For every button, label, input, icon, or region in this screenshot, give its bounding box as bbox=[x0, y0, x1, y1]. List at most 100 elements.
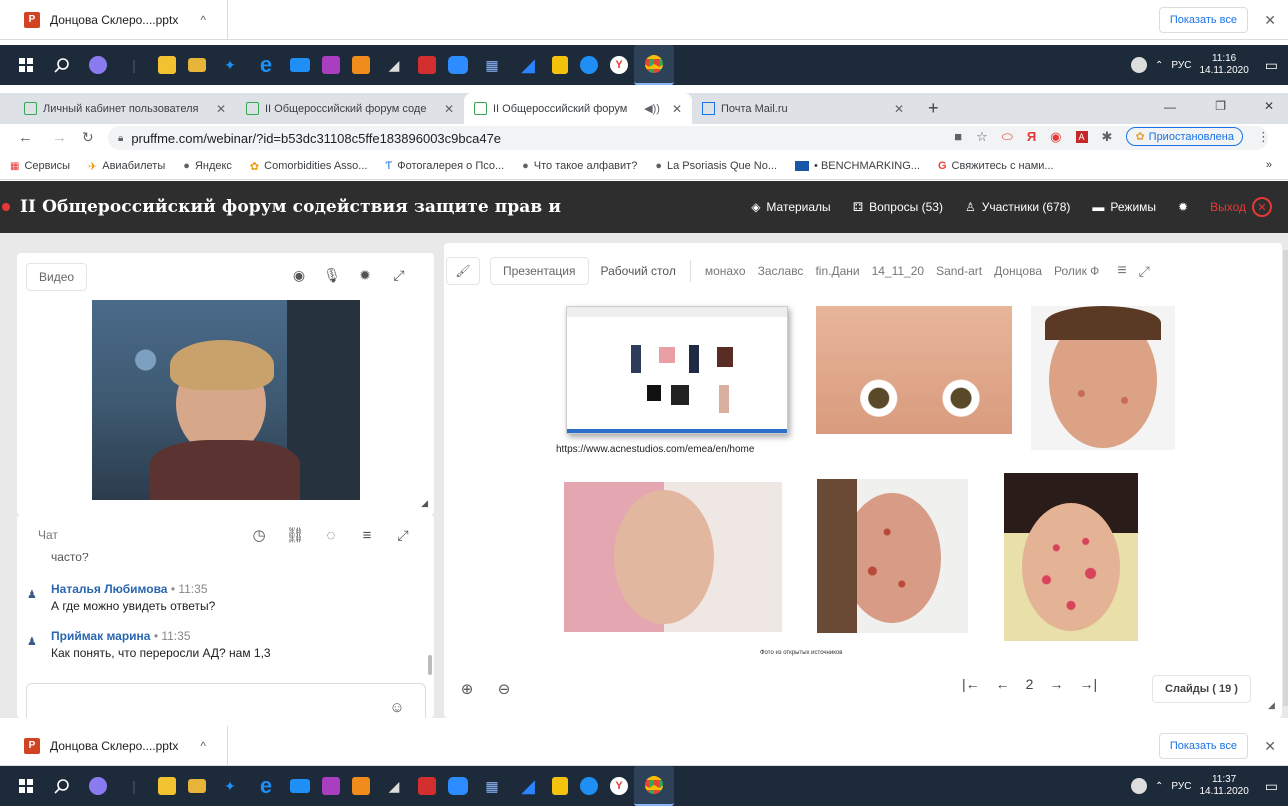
video-stream[interactable] bbox=[92, 300, 360, 500]
bookmark-la-psoriasis[interactable]: ● La Psoriasis Que No... bbox=[655, 160, 777, 172]
close-tab-icon[interactable]: ✕ bbox=[444, 102, 454, 116]
settings-button[interactable]: ✹ bbox=[1178, 200, 1188, 214]
app-icon[interactable] bbox=[322, 777, 340, 795]
back-icon[interactable]: ← bbox=[18, 129, 33, 146]
gear-icon[interactable]: ✹ bbox=[355, 265, 375, 285]
tab-file-sand-art[interactable]: Sand-art bbox=[930, 264, 988, 278]
notifications-icon[interactable]: ▭ bbox=[1265, 57, 1278, 74]
bookmark-contact[interactable]: G Свяжитесь с нами... bbox=[938, 160, 1054, 172]
bookmark-alphabet[interactable]: ● Что такое алфавит? bbox=[522, 160, 637, 172]
bookmark-services[interactable]: ▦ Сервисы bbox=[10, 160, 70, 172]
mail-icon[interactable] bbox=[290, 779, 310, 793]
scanner-icon[interactable]: ◢ bbox=[382, 774, 406, 798]
store-icon[interactable] bbox=[158, 56, 176, 74]
windows-start-icon[interactable] bbox=[14, 53, 38, 77]
show-all-button[interactable]: Показать все bbox=[1158, 7, 1248, 33]
resize-handle-icon[interactable]: ◢ bbox=[421, 498, 428, 509]
tab-presentation[interactable]: Презентация bbox=[490, 257, 589, 285]
folder-icon[interactable] bbox=[188, 58, 206, 72]
extension-icon[interactable]: ◉ bbox=[1050, 129, 1061, 145]
download-item[interactable]: P Донцова Склеро....pptx ^ bbox=[0, 725, 228, 766]
new-tab-button[interactable]: + bbox=[918, 93, 949, 124]
zoom-out-icon[interactable]: ⊖ bbox=[494, 679, 514, 699]
pen-icon[interactable]: ◢ bbox=[516, 53, 540, 77]
emoji-icon[interactable]: ☺ bbox=[387, 697, 407, 717]
search-icon[interactable] bbox=[50, 53, 74, 77]
chat-scrollbar[interactable] bbox=[428, 655, 432, 675]
yandex-icon[interactable]: Y bbox=[610, 56, 628, 74]
pen-icon[interactable]: ◢ bbox=[516, 774, 540, 798]
clock[interactable]: 11:37 14.11.2020 bbox=[1199, 774, 1248, 798]
yandex-icon[interactable]: Y bbox=[610, 777, 628, 795]
tab-file-14-11-20[interactable]: 14_11_20 bbox=[866, 264, 931, 278]
tab-personal-account[interactable]: Личный кабинет пользователя ✕ bbox=[14, 93, 236, 124]
slides-count-button[interactable]: Слайды ( 19 ) bbox=[1152, 675, 1251, 703]
current-page[interactable]: 2 bbox=[1026, 676, 1034, 692]
dropbox-icon[interactable]: ✦ bbox=[218, 774, 242, 798]
page-scrollbar[interactable] bbox=[1283, 250, 1288, 706]
close-tab-icon[interactable]: ✕ bbox=[216, 102, 226, 116]
chevron-up-icon[interactable]: ^ bbox=[200, 739, 206, 753]
menu-icon[interactable]: ≡ bbox=[1111, 262, 1132, 280]
clock[interactable]: 11:16 14.11.2020 bbox=[1199, 53, 1248, 77]
expand-icon[interactable]: ⤢ bbox=[1133, 263, 1156, 280]
dropbox-icon[interactable]: ✦ bbox=[218, 53, 242, 77]
close-tab-icon[interactable]: ✕ bbox=[894, 102, 904, 116]
chrome-icon[interactable] bbox=[634, 766, 674, 806]
brush-icon[interactable]: 🖌︎ bbox=[446, 257, 480, 285]
materials-button[interactable]: ◈ Материалы bbox=[751, 200, 831, 214]
tab-file-monaho[interactable]: монахо bbox=[699, 264, 752, 278]
bookmark-psoriasis-gallery[interactable]: Ƭ Фотогалерея о Псо... bbox=[385, 160, 504, 172]
chevron-up-icon[interactable]: ⌃ bbox=[1155, 781, 1163, 792]
language-indicator[interactable]: РУС bbox=[1171, 781, 1191, 792]
link-icon[interactable]: ⛓ bbox=[285, 525, 305, 545]
edge-icon[interactable]: e bbox=[254, 773, 278, 798]
comment-icon[interactable]: ◌ bbox=[321, 525, 341, 545]
menu-icon[interactable]: ≡ bbox=[357, 525, 377, 545]
search-app-icon[interactable] bbox=[352, 777, 370, 795]
folder-icon[interactable] bbox=[188, 779, 206, 793]
zoom-in-icon[interactable]: ⊕ bbox=[457, 679, 477, 699]
camera-icon[interactable]: ■ bbox=[954, 129, 962, 144]
windows-start-icon[interactable] bbox=[14, 774, 38, 798]
questions-button[interactable]: ⚃ Вопросы (53) bbox=[853, 200, 943, 214]
bookmark-flights[interactable]: ✈ Авиабилеты bbox=[88, 160, 165, 173]
chrome-icon[interactable] bbox=[634, 45, 674, 85]
presentation-icon[interactable]: ▦ bbox=[480, 774, 504, 798]
notes-icon[interactable] bbox=[552, 56, 568, 74]
restore-icon[interactable]: ❐ bbox=[1215, 99, 1226, 113]
app-icon[interactable] bbox=[322, 56, 340, 74]
puzzle-icon[interactable]: ✱ bbox=[1102, 129, 1113, 145]
close-tab-icon[interactable]: ✕ bbox=[672, 102, 682, 116]
tab-file-dontsova[interactable]: Донцова bbox=[988, 264, 1048, 278]
first-slide-icon[interactable]: |← bbox=[962, 676, 980, 692]
tab-forum-1[interactable]: II Общероссийский форум соде ✕ bbox=[236, 93, 464, 124]
window-close-icon[interactable]: ✕ bbox=[1264, 99, 1274, 113]
teamviewer-icon[interactable] bbox=[580, 777, 598, 795]
scanner-icon[interactable]: ◢ bbox=[382, 53, 406, 77]
tab-file-zaslavs[interactable]: Заславс bbox=[752, 264, 810, 278]
cortana-icon[interactable] bbox=[86, 53, 110, 77]
notes-icon[interactable] bbox=[552, 777, 568, 795]
close-icon[interactable]: ✕ bbox=[1264, 738, 1276, 755]
chevron-up-icon[interactable]: ^ bbox=[200, 13, 206, 27]
chevron-up-icon[interactable]: ⌃ bbox=[1155, 60, 1163, 71]
expand-icon[interactable]: ⤢ bbox=[389, 265, 409, 285]
reload-icon[interactable]: ↻ bbox=[82, 129, 94, 146]
tab-mail[interactable]: Почта Mail.ru ✕ bbox=[692, 93, 914, 124]
teamviewer-icon[interactable] bbox=[580, 56, 598, 74]
download-item[interactable]: P Донцова Склеро....pptx ^ bbox=[0, 0, 228, 40]
extension-icon[interactable]: ⬭ bbox=[1002, 129, 1013, 145]
zoom-icon[interactable] bbox=[448, 777, 468, 795]
next-slide-icon[interactable]: → bbox=[1049, 676, 1063, 692]
cortana-icon[interactable] bbox=[86, 774, 110, 798]
help-icon[interactable] bbox=[1131, 57, 1148, 73]
bookmark-comorbidities[interactable]: ✿ Comorbidities Asso... bbox=[250, 160, 368, 173]
store-icon[interactable] bbox=[158, 777, 176, 795]
tab-file-rolik[interactable]: Ролик Ф bbox=[1048, 264, 1105, 278]
close-icon[interactable]: ✕ bbox=[1264, 12, 1276, 29]
minimize-icon[interactable]: — bbox=[1164, 100, 1176, 114]
previous-slide-icon[interactable]: ← bbox=[996, 676, 1010, 692]
zoom-icon[interactable] bbox=[448, 56, 468, 74]
expand-icon[interactable]: ⤢ bbox=[393, 525, 413, 545]
